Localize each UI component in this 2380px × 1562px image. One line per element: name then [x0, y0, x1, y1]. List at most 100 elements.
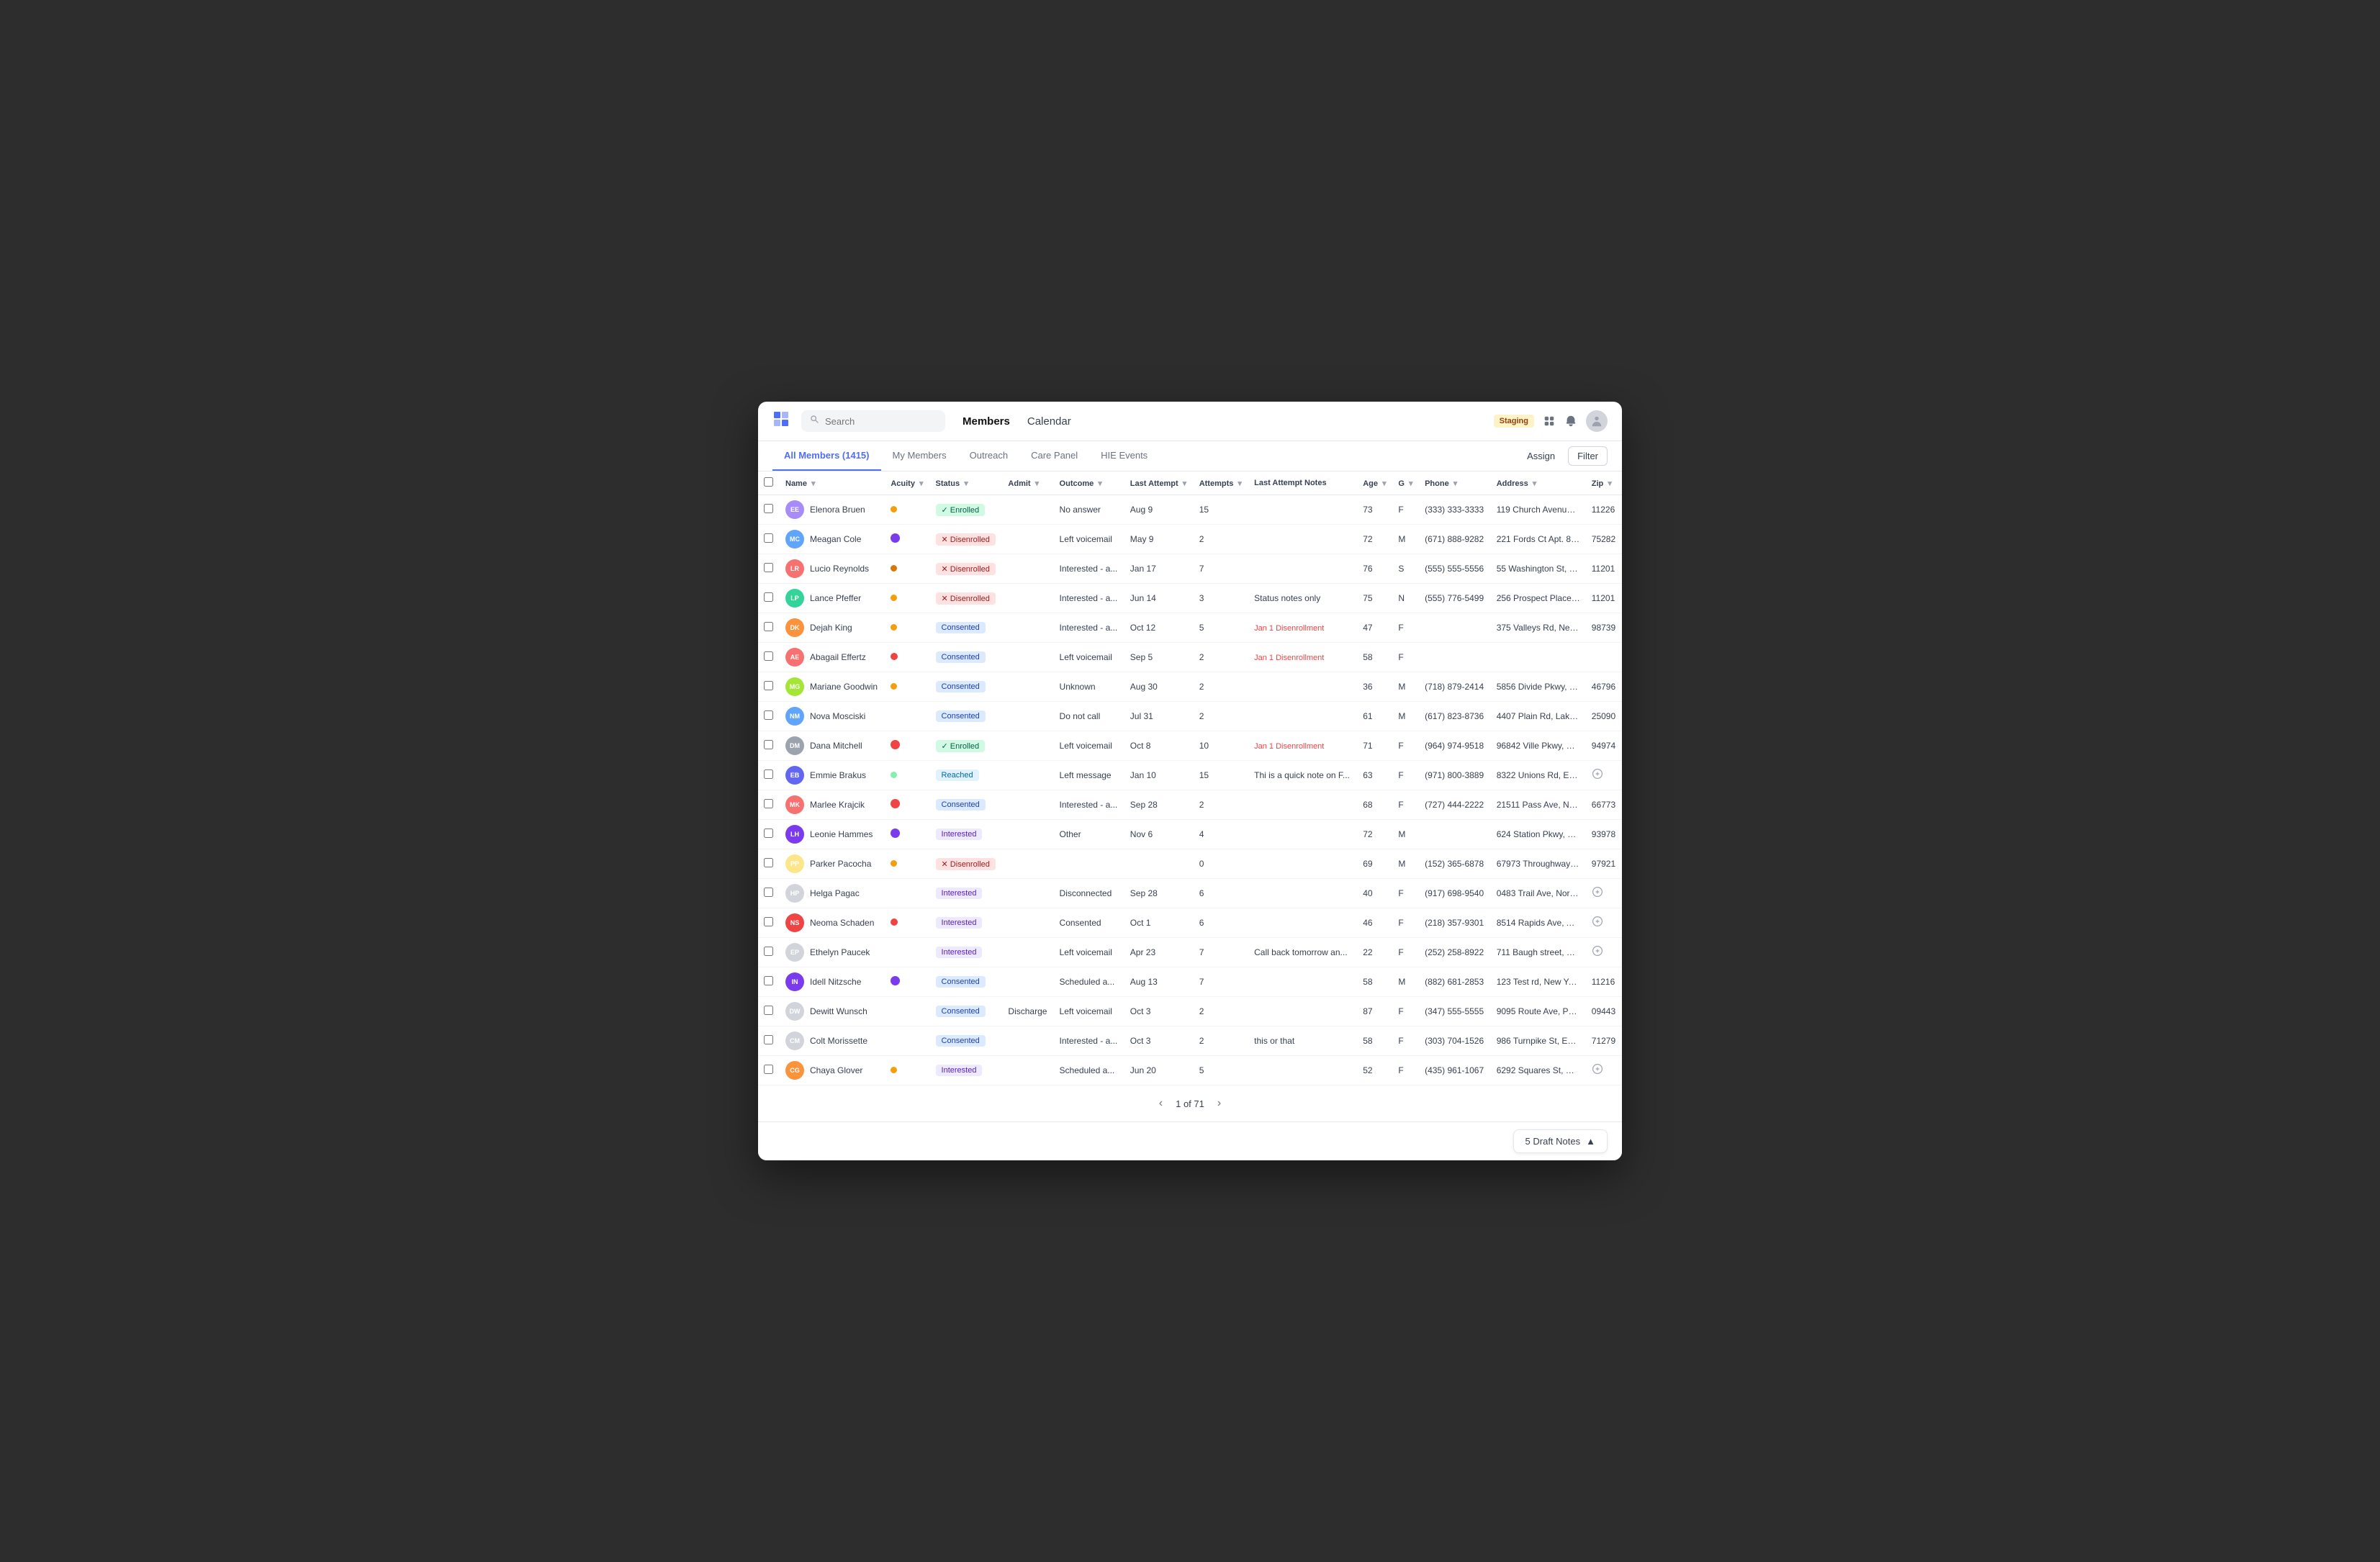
member-name-cell[interactable]: EBEmmie Brakus [780, 761, 885, 790]
row-checkbox[interactable] [764, 976, 773, 985]
members-table: Name ▾ Acuity ▾ Status ▾ Admit ▾ Outcome… [758, 471, 1622, 1085]
member-name-cell[interactable]: PPParker Pacocha [780, 849, 885, 879]
notes-cell [1248, 495, 1357, 525]
member-name-cell[interactable]: DWDewitt Wunsch [780, 997, 885, 1026]
add-button[interactable] [1592, 886, 1603, 901]
row-checkbox[interactable] [764, 533, 773, 543]
row-checkbox-cell [758, 495, 780, 525]
col-outcome[interactable]: Outcome ▾ [1054, 471, 1124, 495]
add-button[interactable] [1592, 1063, 1603, 1078]
col-age[interactable]: Age ▾ [1357, 471, 1392, 495]
member-name-cell[interactable]: INIdell Nitzsche [780, 967, 885, 997]
member-name-cell[interactable]: EPEthelyn Paucek [780, 938, 885, 967]
phone-cell: (917) 698-9540 [1419, 879, 1491, 908]
member-name-cell[interactable]: DKDejah King [780, 613, 885, 643]
zip-cell: 09443 [1586, 997, 1622, 1026]
add-button[interactable] [1592, 916, 1603, 931]
acuity-cell [885, 643, 929, 672]
row-checkbox[interactable] [764, 592, 773, 602]
member-name-cell[interactable]: NSNeoma Schaden [780, 908, 885, 938]
member-name-cell[interactable]: LHLeonie Hammes [780, 820, 885, 849]
bell-icon-button[interactable] [1564, 415, 1577, 428]
tab-all-members[interactable]: All Members (1415) [772, 441, 881, 471]
nav-members[interactable]: Members [963, 414, 1010, 429]
col-acuity[interactable]: Acuity ▾ [885, 471, 929, 495]
search-input[interactable] [825, 416, 937, 427]
row-checkbox[interactable] [764, 1065, 773, 1074]
address-cell: 5856 Divide Pkwy, Lak... [1491, 672, 1586, 702]
draft-notes-button[interactable]: 5 Draft Notes ▲ [1513, 1129, 1608, 1153]
member-avatar: AE [785, 648, 804, 667]
member-name-cell[interactable]: LPLance Pfeffer [780, 584, 885, 613]
member-name-cell[interactable]: NMNova Mosciski [780, 702, 885, 731]
search-box[interactable] [801, 410, 945, 432]
row-checkbox[interactable] [764, 740, 773, 749]
acuity-cell [885, 849, 929, 879]
col-name[interactable]: Name ▾ [780, 471, 885, 495]
member-name-cell[interactable]: HPHelga Pagac [780, 879, 885, 908]
row-checkbox[interactable] [764, 917, 773, 926]
col-last-attempt[interactable]: Last Attempt ▾ [1124, 471, 1194, 495]
member-name-cell[interactable]: MGMariane Goodwin [780, 672, 885, 702]
next-page-button[interactable]: › [1213, 1096, 1225, 1111]
row-checkbox[interactable] [764, 1006, 773, 1015]
member-name-cell[interactable]: CGChaya Glover [780, 1056, 885, 1085]
tab-outreach[interactable]: Outreach [958, 441, 1019, 471]
filter-button[interactable]: Filter [1568, 446, 1608, 466]
phone-cell: (303) 704-1526 [1419, 1026, 1491, 1056]
col-status[interactable]: Status ▾ [930, 471, 1003, 495]
row-checkbox[interactable] [764, 769, 773, 779]
member-name-cell[interactable]: CMColt Morissette [780, 1026, 885, 1056]
user-avatar[interactable] [1586, 410, 1608, 432]
last-attempt-cell: May 9 [1124, 525, 1194, 554]
last-attempt-cell: Sep 28 [1124, 790, 1194, 820]
table-row: PPParker Pacocha✕ Disenrolled069M(152) 3… [758, 849, 1622, 879]
admit-cell [1002, 1056, 1053, 1085]
row-checkbox[interactable] [764, 858, 773, 867]
row-checkbox[interactable] [764, 947, 773, 956]
member-avatar: EE [785, 500, 804, 519]
nav-calendar[interactable]: Calendar [1027, 414, 1071, 429]
row-checkbox[interactable] [764, 622, 773, 631]
member-name-cell[interactable]: MKMarlee Krajcik [780, 790, 885, 820]
col-phone[interactable]: Phone ▾ [1419, 471, 1491, 495]
col-attempts[interactable]: Attempts ▾ [1194, 471, 1248, 495]
tab-hie-events[interactable]: HIE Events [1089, 441, 1159, 471]
row-checkbox[interactable] [764, 1035, 773, 1044]
add-button[interactable] [1592, 768, 1603, 783]
row-checkbox[interactable] [764, 799, 773, 808]
col-zip[interactable]: Zip ▾ [1586, 471, 1622, 495]
admit-cell [1002, 584, 1053, 613]
phone-cell: (435) 961-1067 [1419, 1056, 1491, 1085]
tab-my-members[interactable]: My Members [881, 441, 958, 471]
col-address[interactable]: Address ▾ [1491, 471, 1586, 495]
tab-care-panel[interactable]: Care Panel [1019, 441, 1089, 471]
select-all-checkbox[interactable] [764, 477, 773, 487]
row-checkbox[interactable] [764, 888, 773, 897]
table-row: LHLeonie HammesInterestedOtherNov 6472M6… [758, 820, 1622, 849]
col-g[interactable]: G ▾ [1392, 471, 1419, 495]
grid-icon-button[interactable] [1543, 415, 1556, 428]
col-admit[interactable]: Admit ▾ [1002, 471, 1053, 495]
outcome-cell: Scheduled a... [1054, 967, 1124, 997]
row-checkbox[interactable] [764, 504, 773, 513]
add-button[interactable] [1592, 945, 1603, 960]
row-checkbox[interactable] [764, 829, 773, 838]
member-name-cell[interactable]: LRLucio Reynolds [780, 554, 885, 584]
member-name-cell[interactable]: AEAbagail Effertz [780, 643, 885, 672]
member-name-cell[interactable]: EEElenora Bruen [780, 495, 885, 525]
prev-page-button[interactable]: ‹ [1155, 1096, 1167, 1111]
row-checkbox[interactable] [764, 563, 773, 572]
table-row: NMNova MosciskiConsentedDo not callJul 3… [758, 702, 1622, 731]
row-checkbox[interactable] [764, 710, 773, 720]
member-name-cell[interactable]: DMDana Mitchell [780, 731, 885, 761]
notes-cell [1248, 702, 1357, 731]
table-row: LRLucio Reynolds✕ DisenrolledInterested … [758, 554, 1622, 584]
assign-button[interactable]: Assign [1520, 446, 1562, 466]
gender-cell: F [1392, 879, 1419, 908]
address-cell: 624 Station Pkwy, East... [1491, 820, 1586, 849]
row-checkbox-cell [758, 613, 780, 643]
row-checkbox[interactable] [764, 681, 773, 690]
row-checkbox[interactable] [764, 651, 773, 661]
member-name-cell[interactable]: MCMeagan Cole [780, 525, 885, 554]
